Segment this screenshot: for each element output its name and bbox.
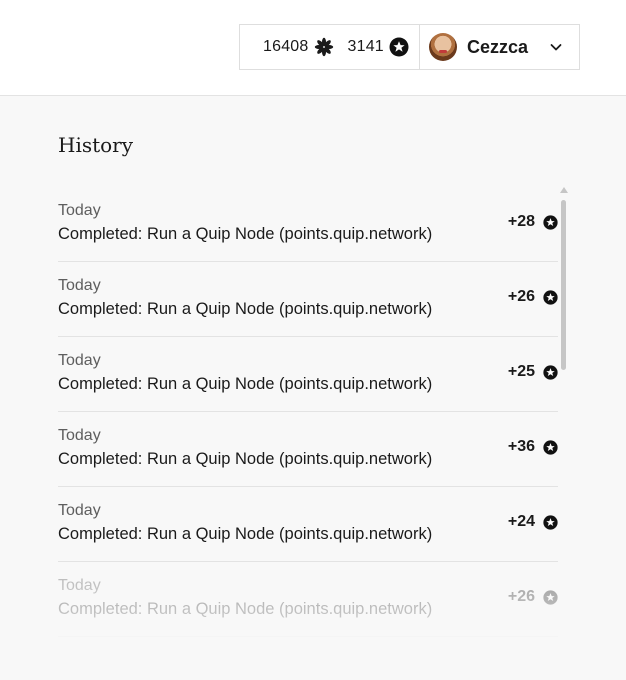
points-value: 16408 (263, 38, 309, 55)
balance-display: 16408 3141 (240, 25, 420, 69)
points-amount: +24 (507, 513, 535, 530)
points-balance: 16408 (263, 37, 334, 57)
star-badge-icon (543, 589, 558, 605)
star-badge-icon (543, 514, 558, 530)
star-badge-icon (543, 364, 558, 380)
history-date: Today (58, 277, 101, 294)
history-description: Completed: Run a Quip Node (points.quip.… (58, 300, 433, 318)
star-badge-icon (543, 214, 558, 230)
points-amount: +26 (507, 288, 535, 305)
history-list[interactable]: Today Completed: Run a Quip Node (points… (58, 187, 558, 647)
history-description: Completed: Run a Quip Node (points.quip.… (58, 600, 433, 618)
star-badge-icon (389, 37, 409, 57)
asterisk-flower-icon (314, 37, 334, 57)
user-menu[interactable]: Cezzca (420, 25, 579, 69)
chevron-down-icon[interactable] (549, 40, 563, 54)
history-description: Completed: Run a Quip Node (points.quip.… (58, 375, 433, 393)
history-points: +28 (508, 213, 558, 231)
history-item: Today Completed: Run a Quip Node (points… (58, 337, 558, 412)
history-points: +26 (508, 588, 558, 606)
history-date: Today (58, 202, 101, 219)
user-avatar (429, 33, 457, 61)
stars-value: 3141 (347, 38, 384, 55)
history-item: Today Completed: Run a Quip Node (points… (58, 262, 558, 337)
account-summary: 16408 3141 Cezzca (239, 24, 580, 70)
scroll-thumb[interactable] (561, 200, 566, 370)
history-points: +25 (508, 363, 558, 381)
username: Cezzca (467, 36, 529, 57)
points-amount: +25 (507, 363, 535, 380)
history-item: Today Completed: Run a Quip Node (points… (58, 562, 558, 637)
history-description: Completed: Run a Quip Node (points.quip.… (58, 225, 433, 243)
scroll-up-arrow-icon[interactable] (560, 187, 568, 193)
history-description: Completed: Run a Quip Node (points.quip.… (58, 450, 433, 468)
history-description: Completed: Run a Quip Node (points.quip.… (58, 525, 433, 543)
history-scrollbar[interactable] (560, 187, 568, 647)
history-title: History (58, 133, 134, 157)
points-amount: +28 (507, 213, 535, 230)
history-item: Today Completed: Run a Quip Node (points… (58, 487, 558, 562)
history-points: +24 (508, 513, 558, 531)
history-points: +36 (508, 438, 558, 456)
history-date: Today (58, 502, 101, 519)
star-badge-icon (543, 289, 558, 305)
history-points: +26 (508, 288, 558, 306)
history-date: Today (58, 352, 101, 369)
stars-balance: 3141 (348, 37, 409, 57)
history-item: Today Completed: Run a Quip Node (points… (58, 187, 558, 262)
history-item: Today Completed: Run a Quip Node (points… (58, 412, 558, 487)
points-amount: +36 (507, 438, 535, 455)
star-badge-icon (543, 439, 558, 455)
points-amount: +26 (507, 588, 535, 605)
top-bar: 16408 3141 Cezzca (0, 0, 626, 96)
history-date: Today (58, 427, 101, 444)
history-date: Today (58, 577, 101, 594)
